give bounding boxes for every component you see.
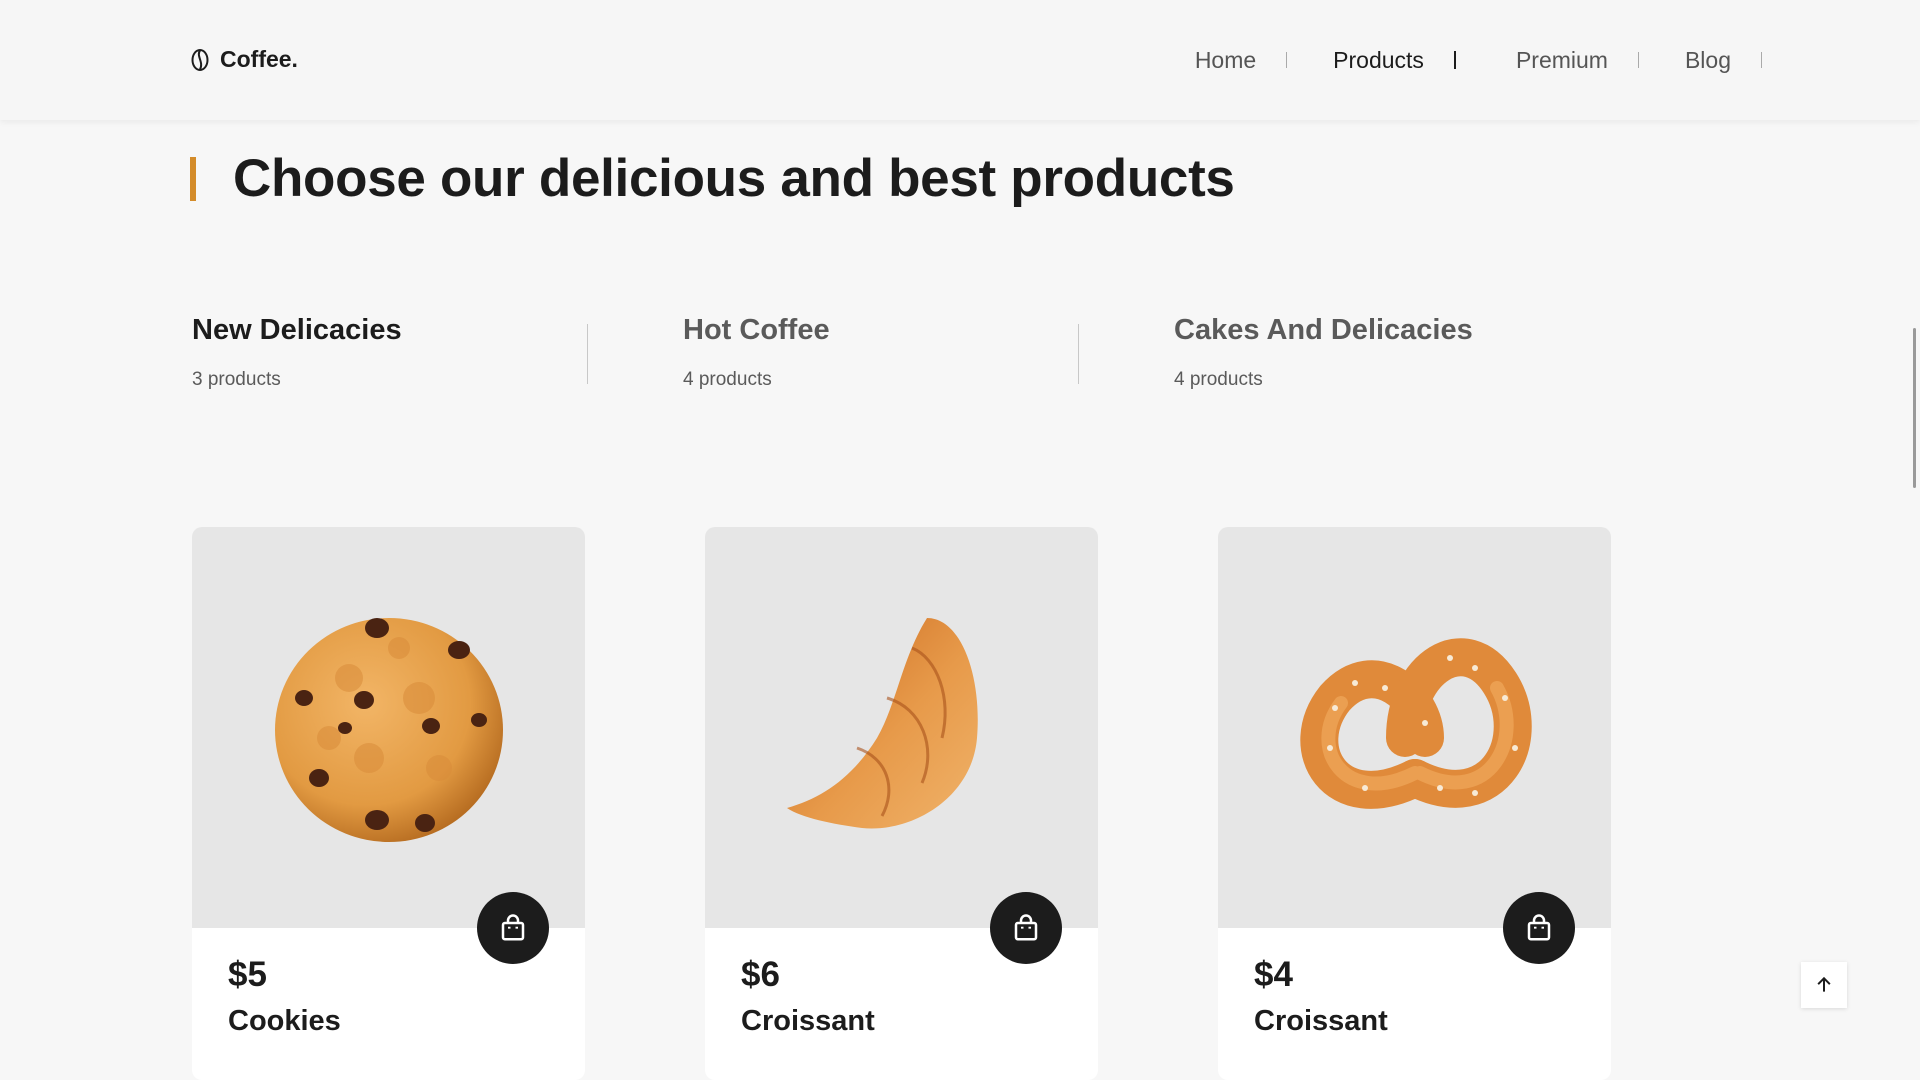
- add-to-cart-button[interactable]: [990, 892, 1062, 964]
- nav-item-home: Home: [1195, 47, 1333, 74]
- product-name: Cookies: [228, 1005, 341, 1037]
- category-name: Hot Coffee: [683, 314, 830, 346]
- product-image-area: [192, 527, 585, 928]
- product-price: $6: [741, 955, 780, 994]
- category-tab-cakes-and-delicacies[interactable]: Cakes And Delicacies 4 products: [1174, 314, 1473, 391]
- add-to-cart-button[interactable]: [1503, 892, 1575, 964]
- category-count: 4 products: [683, 369, 772, 390]
- product-image-area: [705, 527, 1098, 928]
- back-to-top-button[interactable]: [1801, 962, 1847, 1008]
- product-card[interactable]: $5 Cookies: [192, 527, 585, 1080]
- add-to-cart-button[interactable]: [477, 892, 549, 964]
- category-count: 4 products: [1174, 369, 1263, 390]
- nav-divider: [1637, 52, 1639, 68]
- nav-divider: [1761, 52, 1762, 68]
- coffee-bean-icon: [191, 48, 209, 71]
- product-card[interactable]: $6 Croissant: [705, 527, 1098, 1080]
- pretzel-image: [1299, 637, 1532, 809]
- category-tab-hot-coffee[interactable]: Hot Coffee 4 products: [683, 314, 983, 391]
- category-tabs: New Delicacies 3 products Hot Coffee 4 p…: [192, 314, 1473, 391]
- product-grid: $5 Cookies $6 Croissant $4 Croissant: [192, 527, 1611, 1080]
- category-name: Cakes And Delicacies: [1174, 314, 1473, 346]
- product-price: $5: [228, 955, 267, 994]
- logo[interactable]: Coffee.: [190, 46, 298, 73]
- cookie-image: [274, 617, 503, 842]
- nav-item-products: Products: [1333, 47, 1516, 74]
- shopping-bag-icon: [1527, 914, 1551, 941]
- arrow-up-icon: [1817, 976, 1831, 992]
- category-tab-new-delicacies[interactable]: New Delicacies 3 products: [192, 314, 492, 391]
- category-divider: [1078, 324, 1079, 384]
- shopping-bag-icon: [1014, 914, 1038, 941]
- nav-item-blog: Blog: [1685, 47, 1762, 74]
- nav-link-products[interactable]: Products: [1333, 47, 1424, 74]
- category-divider: [587, 324, 588, 384]
- product-image-area: [1218, 527, 1611, 928]
- nav-item-premium: Premium: [1516, 47, 1685, 74]
- main-nav: Home Products Premium Blog: [1195, 46, 1762, 74]
- croissant-image: [786, 617, 978, 828]
- shopping-bag-icon: [501, 914, 525, 941]
- nav-active-indicator: [1453, 51, 1456, 69]
- nav-link-premium[interactable]: Premium: [1516, 47, 1608, 74]
- product-card[interactable]: $4 Croissant: [1218, 527, 1611, 1080]
- nav-divider: [1286, 52, 1288, 68]
- category-name: New Delicacies: [192, 314, 402, 346]
- title-accent-bar: [190, 156, 196, 201]
- scrollbar-thumb[interactable]: [1913, 328, 1916, 488]
- product-name: Croissant: [741, 1005, 875, 1037]
- product-name: Croissant: [1254, 1005, 1388, 1037]
- logo-text: Coffee.: [220, 46, 298, 72]
- product-price: $4: [1254, 955, 1293, 994]
- nav-link-home[interactable]: Home: [1195, 47, 1256, 74]
- section-heading: Choose our delicious and best products: [190, 148, 1235, 209]
- nav-link-blog[interactable]: Blog: [1685, 47, 1731, 74]
- category-count: 3 products: [192, 369, 281, 390]
- site-header: Coffee. Home Products Premium Blog: [0, 0, 1920, 120]
- page-title: Choose our delicious and best products: [233, 149, 1235, 208]
